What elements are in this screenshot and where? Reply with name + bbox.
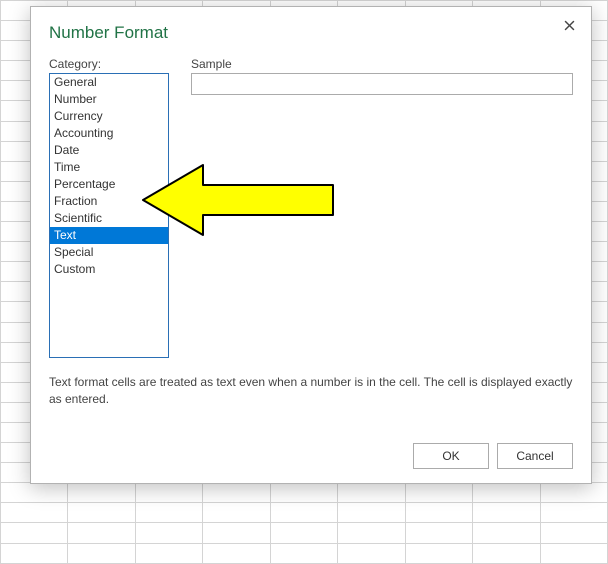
category-item-number[interactable]: Number — [50, 91, 168, 108]
category-item-currency[interactable]: Currency — [50, 108, 168, 125]
category-item-percentage[interactable]: Percentage — [50, 176, 168, 193]
close-icon — [564, 20, 575, 31]
format-description: Text format cells are treated as text ev… — [49, 374, 573, 408]
category-item-text[interactable]: Text — [50, 227, 168, 244]
category-item-date[interactable]: Date — [50, 142, 168, 159]
cancel-button[interactable]: Cancel — [497, 443, 573, 469]
ok-button[interactable]: OK — [413, 443, 489, 469]
category-item-special[interactable]: Special — [50, 244, 168, 261]
dialog-title: Number Format — [49, 23, 573, 43]
close-button[interactable] — [559, 15, 579, 35]
number-format-dialog: Number Format Category: GeneralNumberCur… — [30, 6, 592, 484]
category-item-custom[interactable]: Custom — [50, 261, 168, 278]
category-item-fraction[interactable]: Fraction — [50, 193, 168, 210]
category-listbox[interactable]: GeneralNumberCurrencyAccountingDateTimeP… — [49, 73, 169, 358]
category-item-general[interactable]: General — [50, 74, 168, 91]
category-label: Category: — [49, 57, 169, 71]
sample-preview — [191, 73, 573, 95]
category-item-accounting[interactable]: Accounting — [50, 125, 168, 142]
category-item-scientific[interactable]: Scientific — [50, 210, 168, 227]
sample-label: Sample — [191, 57, 573, 71]
category-item-time[interactable]: Time — [50, 159, 168, 176]
